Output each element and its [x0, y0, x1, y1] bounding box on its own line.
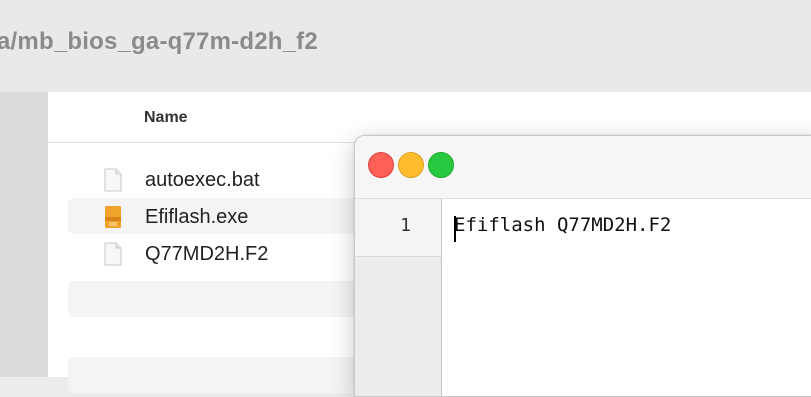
- finder-titlebar: a/mb_bios_ga-q77m-d2h_f2: [0, 0, 811, 92]
- text-caret: [454, 216, 456, 242]
- line-number-gutter: 1: [355, 199, 442, 396]
- zoom-button[interactable]: [428, 152, 454, 178]
- text-editor-window: 1 Efiflash Q77MD2H.F2: [354, 135, 811, 397]
- window-title: a/mb_bios_ga-q77m-d2h_f2: [0, 28, 318, 55]
- file-name: Q77MD2H.F2: [145, 243, 269, 265]
- minimize-button[interactable]: [398, 152, 424, 178]
- close-button[interactable]: [368, 152, 394, 178]
- document-icon: [104, 242, 122, 266]
- document-icon: [104, 168, 122, 192]
- finder-sidebar: [0, 92, 48, 377]
- column-header-name[interactable]: Name: [144, 109, 188, 127]
- file-name: Efiflash.exe: [145, 206, 249, 228]
- code-line[interactable]: Efiflash Q77MD2H.F2: [454, 214, 671, 236]
- editor-titlebar[interactable]: [355, 136, 811, 199]
- file-name: autoexec.bat: [145, 169, 260, 191]
- line-number: 1: [400, 215, 411, 236]
- executable-icon: [105, 206, 121, 228]
- gutter-line: 1: [355, 199, 441, 257]
